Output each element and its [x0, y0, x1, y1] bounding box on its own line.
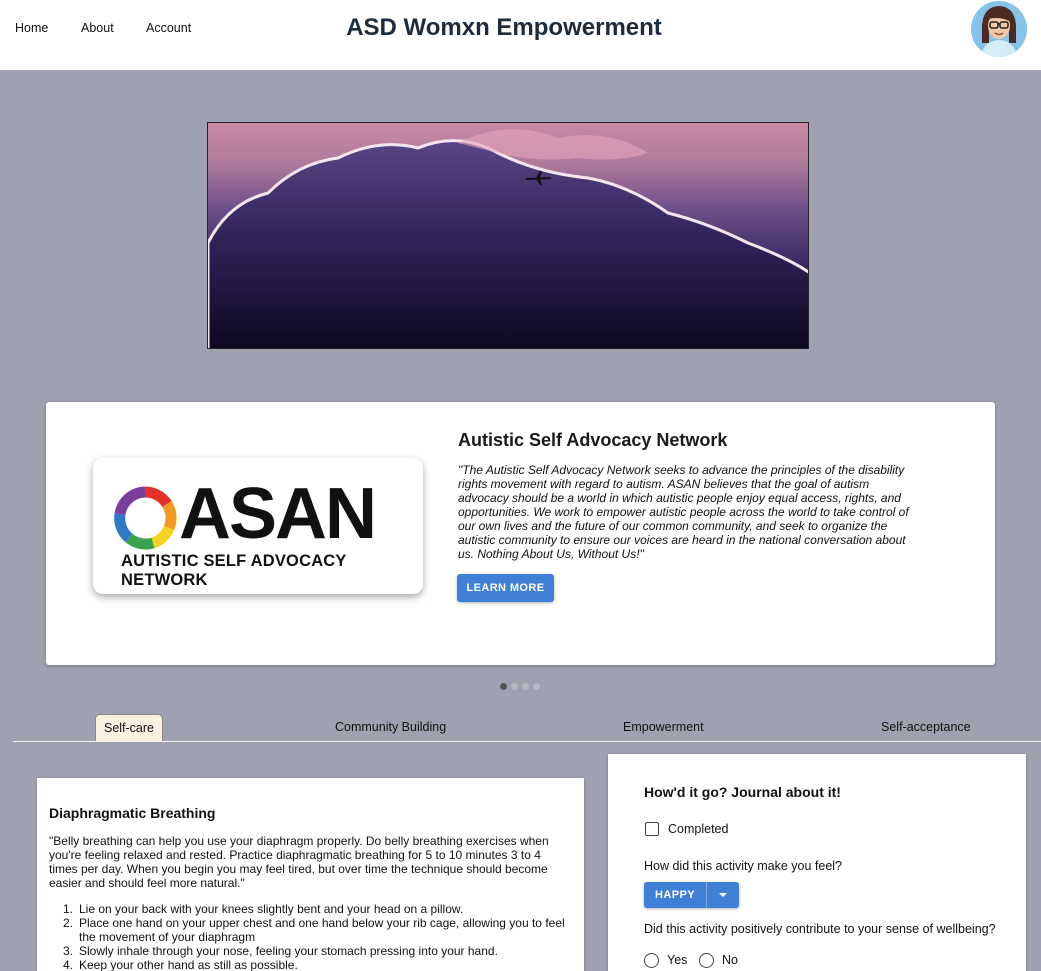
- tab-divider: [13, 741, 1041, 742]
- activity-title: Diaphragmatic Breathing: [49, 805, 216, 821]
- step-text: Place one hand on your upper chest and o…: [79, 916, 565, 944]
- tab-empowerment[interactable]: Empowerment: [623, 720, 704, 734]
- user-avatar[interactable]: [971, 1, 1027, 57]
- no-radio[interactable]: [699, 953, 714, 968]
- list-item: 1. Lie on your back with your knees sligh…: [63, 902, 464, 916]
- completed-label: Completed: [668, 822, 729, 836]
- wellbeing-question: Did this activity positively contribute …: [644, 922, 996, 936]
- site-title: ASD Womxn Empowerment: [346, 14, 662, 41]
- list-item: 4. Keep your other hand as still as possi…: [63, 958, 298, 971]
- carousel-dot-2[interactable]: [511, 683, 518, 690]
- no-label: No: [722, 953, 738, 967]
- tab-self-acceptance[interactable]: Self-acceptance: [881, 720, 971, 734]
- completed-checkbox[interactable]: [645, 822, 659, 836]
- feeling-select-button[interactable]: HAPPY: [644, 882, 706, 908]
- tab-community-building[interactable]: Community Building: [335, 720, 446, 734]
- feel-question: How did this activity make you feel?: [644, 859, 843, 873]
- asan-logo-subtitle: AUTISTIC SELF ADVOCACY NETWORK: [121, 552, 347, 589]
- hero-image: [207, 122, 809, 349]
- activity-description: "Belly breathing can help you use your d…: [49, 834, 549, 890]
- step-text: Keep your other hand as still as possibl…: [79, 958, 298, 971]
- asan-logo: ASAN AUTISTIC SELF ADVOCACY NETWORK: [93, 458, 423, 594]
- org-quote: "The Autistic Self Advocacy Network seek…: [458, 463, 909, 561]
- asan-logo-wordmark: ASAN: [179, 474, 377, 554]
- carousel-dot-3[interactable]: [522, 683, 529, 690]
- feeling-split-button: HAPPY: [644, 882, 739, 908]
- activity-card: Diaphragmatic Breathing "Belly breathing…: [37, 778, 584, 971]
- carousel-indicators: [500, 677, 544, 690]
- org-title: Autistic Self Advocacy Network: [458, 430, 728, 450]
- journal-title: How'd it go? Journal about it!: [644, 784, 841, 800]
- avatar-illustration-icon: [971, 1, 1027, 57]
- journal-card: How'd it go? Journal about it! Completed…: [608, 754, 1026, 971]
- tab-self-care[interactable]: Self-care: [95, 714, 163, 741]
- yes-label: Yes: [667, 953, 688, 967]
- site-header: Home About Account ASD Womxn Empowerment: [0, 0, 1041, 70]
- asan-rainbow-ring-icon: [114, 486, 177, 550]
- yes-radio[interactable]: [644, 953, 659, 968]
- carousel-slide: ASAN AUTISTIC SELF ADVOCACY NETWORK Auti…: [46, 402, 995, 665]
- chevron-down-icon[interactable]: [707, 882, 739, 908]
- step-text: Lie on your back with your knees slightl…: [79, 902, 464, 916]
- activity-steps: 1. Lie on your back with your knees sligh…: [49, 902, 569, 971]
- list-item: 3. Slowly inhale through your nose, feeli…: [63, 944, 498, 958]
- cloud-sky-illustration: [208, 129, 808, 348]
- learn-more-button[interactable]: LEARN MORE: [457, 574, 554, 602]
- step-text: Slowly inhale through your nose, feeling…: [79, 944, 498, 958]
- carousel-dot-4[interactable]: [533, 683, 540, 690]
- carousel-dot-1[interactable]: [500, 683, 507, 690]
- list-item: 2. Place one hand on your upper chest and…: [63, 916, 565, 944]
